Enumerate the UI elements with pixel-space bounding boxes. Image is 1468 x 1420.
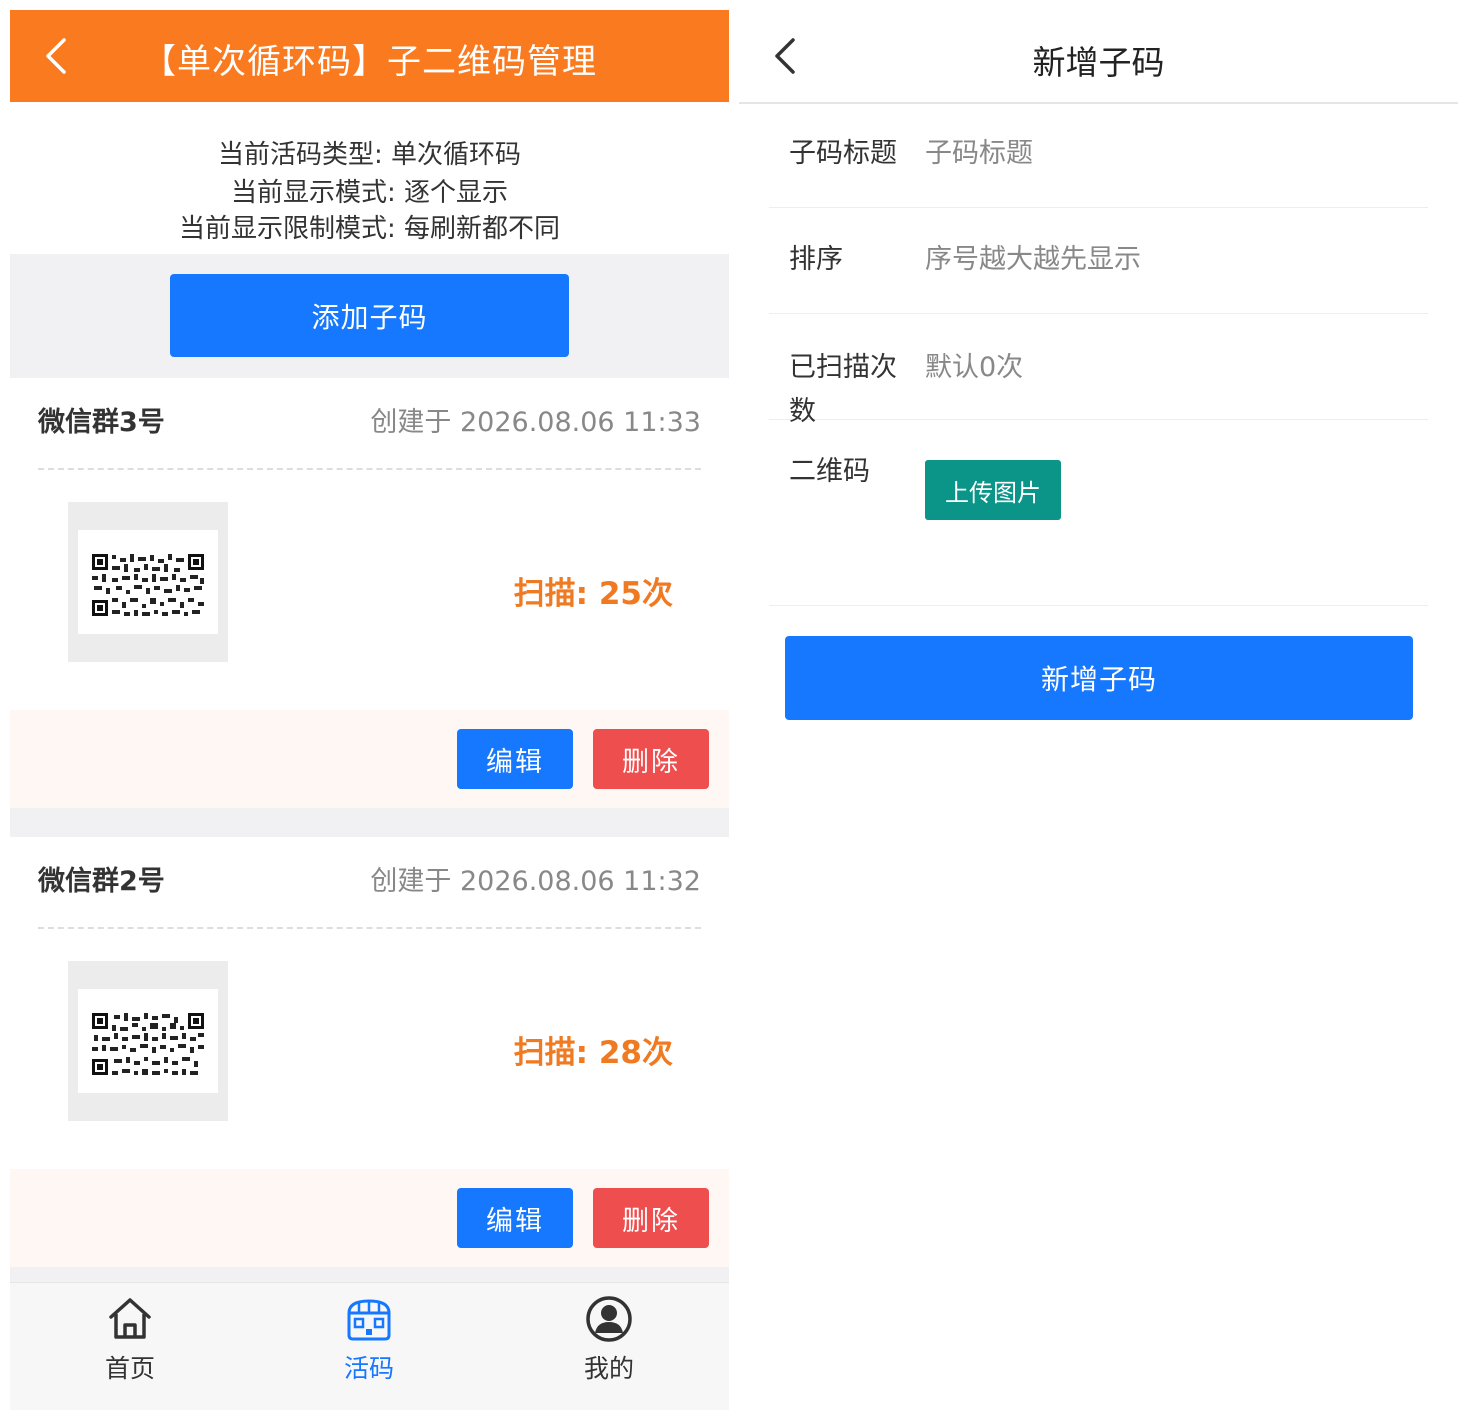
upload-image-button[interactable]: 上传图片	[925, 460, 1061, 520]
bottom-tab-bar: 首页 活码 我的	[10, 1282, 729, 1410]
field-label: 子码标题	[789, 138, 897, 169]
tab-label: 活码	[343, 1354, 394, 1383]
page-title: 新增子码	[1032, 43, 1165, 82]
order-input[interactable]: 序号越大越先显示	[925, 238, 1141, 282]
qrcode-thumbnail[interactable]	[68, 961, 228, 1121]
display-mode-text: 当前显示模式: 逐个显示	[230, 178, 509, 208]
divider	[38, 927, 701, 929]
created-time: 创建于 2026.08.06 11:33	[370, 407, 701, 438]
divider	[38, 468, 701, 470]
form-row-scans: 已扫描次数 默认0次	[769, 314, 1428, 427]
subcode-manage-screen: 【单次循环码】子二维码管理 当前活码类型: 单次循环码 当前显示模式: 逐个显示…	[10, 10, 729, 1410]
subcode-card: 微信群2号 创建于 2026.08.06 11:32 扫描: 28次 编辑 删除	[10, 837, 729, 1267]
subcode-card: 微信群3号 创建于 2026.08.06 11:33 扫描: 25次 编辑 删除	[10, 378, 729, 808]
page-title: 【单次循环码】子二维码管理	[142, 42, 597, 82]
tab-livecode[interactable]: 活码	[269, 1283, 469, 1410]
code-type-text: 当前活码类型: 单次循环码	[217, 140, 522, 170]
delete-button[interactable]: 删除	[593, 1188, 709, 1248]
qrcode-thumbnail[interactable]	[68, 502, 228, 662]
qrcode-icon	[90, 552, 206, 618]
card-actions: 编辑 删除	[10, 1169, 729, 1267]
tab-mine[interactable]: 我的	[509, 1283, 709, 1410]
created-time: 创建于 2026.08.06 11:32	[370, 866, 701, 897]
form-row-title: 子码标题 子码标题	[769, 104, 1428, 208]
display-limit-text: 当前显示限制模式: 每刷新都不同	[178, 214, 561, 244]
scan-count: 扫描: 25次	[513, 576, 673, 612]
scan-count: 扫描: 28次	[513, 1035, 673, 1071]
add-subcode-screen: 新增子码 子码标题 子码标题 排序 序号越大越先显示 已扫描次数 默认0次 二维…	[739, 10, 1458, 1410]
subcode-name: 微信群3号	[38, 407, 165, 438]
home-icon	[109, 1298, 151, 1339]
card-actions: 编辑 删除	[10, 710, 729, 808]
qrcode-image	[78, 989, 218, 1093]
form-row-qrcode: 二维码 上传图片	[769, 420, 1428, 606]
tab-label: 首页	[104, 1354, 155, 1383]
top-bar: 【单次循环码】子二维码管理	[10, 10, 729, 102]
form-row-order: 排序 序号越大越先显示	[769, 208, 1428, 314]
qrcode-box-icon	[347, 1299, 391, 1341]
tab-home[interactable]: 首页	[30, 1283, 230, 1410]
top-bar: 新增子码	[739, 10, 1458, 104]
qrcode-icon	[90, 1011, 206, 1077]
subcode-title-input[interactable]: 子码标题	[925, 132, 1033, 176]
scan-count-input[interactable]: 默认0次	[925, 346, 1023, 390]
add-subcode-submit-button[interactable]: 新增子码	[785, 636, 1413, 720]
edit-button[interactable]: 编辑	[457, 1188, 573, 1248]
add-subcode-button[interactable]: 添加子码	[170, 274, 569, 357]
subcode-name: 微信群2号	[38, 866, 165, 897]
user-icon	[586, 1296, 632, 1342]
field-label: 排序	[789, 244, 843, 275]
code-info-panel: 当前活码类型: 单次循环码 当前显示模式: 逐个显示 当前显示限制模式: 每刷新…	[10, 102, 729, 254]
edit-button[interactable]: 编辑	[457, 729, 573, 789]
qrcode-image	[78, 530, 218, 634]
delete-button[interactable]: 删除	[593, 729, 709, 789]
tab-label: 我的	[583, 1354, 634, 1383]
field-label: 二维码	[789, 456, 870, 487]
